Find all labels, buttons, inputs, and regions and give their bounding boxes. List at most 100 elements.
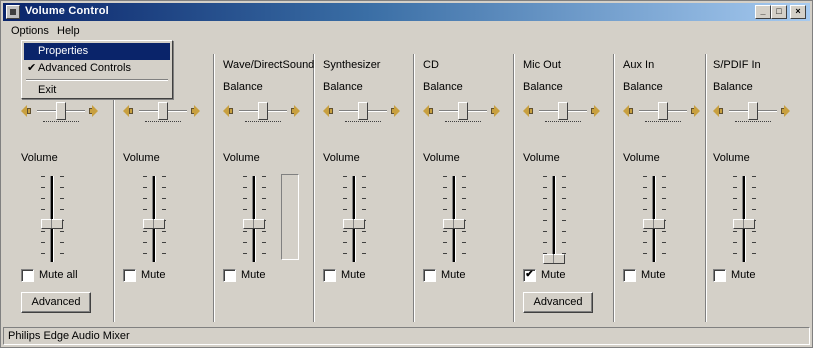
volume-label: Volume — [223, 152, 260, 164]
balance-control — [223, 102, 313, 124]
speaker-left-icon — [223, 104, 233, 118]
speaker-right-icon — [391, 104, 401, 118]
balance-control — [123, 102, 213, 124]
checkmark-icon: ✔ — [27, 62, 37, 74]
speaker-right-icon — [191, 104, 201, 118]
menu-separator — [26, 79, 168, 81]
volume-slider-thumb[interactable] — [243, 219, 265, 229]
column-separator — [213, 54, 215, 322]
balance-label: Balance — [323, 81, 363, 93]
volume-slider-thumb[interactable] — [41, 219, 63, 229]
mute-checkbox[interactable] — [223, 269, 236, 282]
balance-slider-thumb[interactable] — [748, 102, 758, 120]
speaker-left-icon — [423, 104, 433, 118]
volume-slider-thumb[interactable] — [643, 219, 665, 229]
speaker-left-icon — [123, 104, 133, 118]
column-separator — [413, 54, 415, 322]
status-bar: Philips Edge Audio Mixer — [3, 327, 810, 345]
balance-slider-thumb[interactable] — [558, 102, 568, 120]
balance-slider-thumb[interactable] — [56, 102, 66, 120]
balance-ticks — [145, 121, 181, 124]
speaker-left-icon — [623, 104, 633, 118]
volume-slider-thumb[interactable] — [543, 254, 565, 264]
minimize-button[interactable]: _ — [755, 5, 771, 19]
balance-label: Balance — [223, 81, 263, 93]
balance-label: Balance — [523, 81, 563, 93]
balance-slider-thumb[interactable] — [658, 102, 668, 120]
balance-slider-thumb[interactable] — [358, 102, 368, 120]
balance-control — [623, 102, 713, 124]
mute-checkbox[interactable] — [323, 269, 336, 282]
menu-item-exit[interactable]: Exit — [24, 82, 170, 99]
volume-label: Volume — [323, 152, 360, 164]
volume-slider-thumb[interactable] — [443, 219, 465, 229]
maximize-button[interactable]: □ — [771, 5, 787, 19]
column-title: Wave/DirectSound — [223, 59, 315, 71]
mute-label: Mute — [341, 269, 366, 281]
column-title: S/PDIF In — [713, 59, 761, 71]
menu-help[interactable]: Help — [57, 25, 80, 37]
speaker-left-icon — [323, 104, 333, 118]
volume-track — [552, 176, 556, 262]
volume-label: Volume — [423, 152, 460, 164]
balance-ticks — [735, 121, 771, 124]
advanced-button[interactable]: Advanced — [523, 292, 593, 313]
mixer-column: Aux In Balance Volume Mute — [623, 46, 709, 322]
volume-label: Volume — [713, 152, 750, 164]
peak-meter — [281, 174, 299, 260]
mute-checkbox[interactable]: ✔ — [523, 269, 536, 282]
advanced-button[interactable]: Advanced — [21, 292, 91, 313]
column-title: CD — [423, 59, 439, 71]
balance-control — [523, 102, 613, 124]
balance-slider-thumb[interactable] — [458, 102, 468, 120]
mixer-column: Synthesizer Balance Volume Mute — [323, 46, 409, 322]
close-button[interactable]: × — [790, 5, 806, 19]
balance-ticks — [645, 121, 681, 124]
menu-bar: Options Help — [3, 22, 810, 41]
mixer-column: CD Balance Volume Mute — [423, 46, 509, 322]
volume-ticks — [562, 176, 566, 262]
balance-slider-thumb[interactable] — [158, 102, 168, 120]
balance-ticks — [43, 121, 79, 124]
menu-item-exit-label: Exit — [38, 84, 57, 96]
volume-slider-thumb[interactable] — [343, 219, 365, 229]
volume-label: Volume — [623, 152, 660, 164]
speaker-right-icon — [291, 104, 301, 118]
menu-options[interactable]: Options — [11, 25, 49, 37]
menu-item-properties-label: Properties — [38, 45, 89, 57]
mute-checkbox[interactable] — [423, 269, 436, 282]
volume-slider-thumb[interactable] — [733, 219, 755, 229]
volume-label: Volume — [523, 152, 560, 164]
mute-label: Mute — [541, 269, 566, 281]
volume-app-icon[interactable] — [6, 5, 20, 19]
volume-label: Volume — [21, 152, 58, 164]
mute-checkbox[interactable] — [123, 269, 136, 282]
mute-checkbox[interactable] — [713, 269, 726, 282]
title-bar[interactable]: Volume Control _ □ × — [3, 3, 810, 21]
speaker-right-icon — [591, 104, 601, 118]
menu-item-advanced-controls[interactable]: ✔ Advanced Controls — [24, 60, 170, 77]
menu-item-advanced-controls-label: Advanced Controls — [38, 62, 131, 74]
balance-control — [323, 102, 413, 124]
balance-ticks — [445, 121, 481, 124]
balance-ticks — [245, 121, 281, 124]
mute-checkbox[interactable] — [21, 269, 34, 282]
column-separator — [313, 54, 315, 322]
options-menu-dropdown: Properties ✔ Advanced Controls Exit — [21, 40, 173, 99]
balance-control — [423, 102, 513, 124]
volume-slider-thumb[interactable] — [143, 219, 165, 229]
menu-item-properties[interactable]: Properties — [24, 43, 170, 60]
mixer-column: Mic Out Balance Volume ✔ Mute Advanced — [523, 46, 609, 322]
volume-ticks — [543, 176, 547, 262]
balance-label: Balance — [623, 81, 663, 93]
status-text: Philips Edge Audio Mixer — [8, 330, 130, 342]
speaker-right-icon — [781, 104, 791, 118]
mute-label: Mute — [241, 269, 266, 281]
balance-slider-thumb[interactable] — [258, 102, 268, 120]
mixer-column: Wave/DirectSound Balance Volume Mute — [223, 46, 314, 322]
mute-label: Mute — [731, 269, 756, 281]
column-title: Aux In — [623, 59, 655, 71]
speaker-right-icon — [691, 104, 701, 118]
speaker-left-icon — [21, 104, 31, 118]
mute-checkbox[interactable] — [623, 269, 636, 282]
